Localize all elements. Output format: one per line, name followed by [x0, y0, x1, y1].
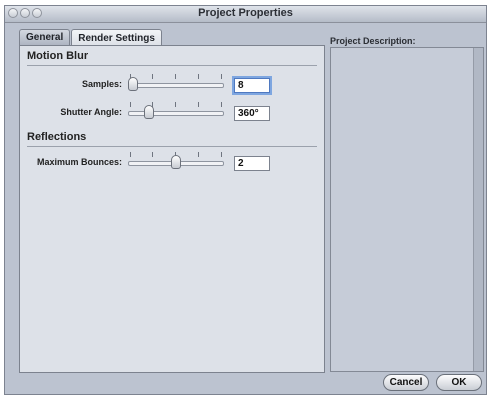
project-description-textarea[interactable]	[330, 47, 484, 372]
samples-field[interactable]: 8	[234, 78, 270, 93]
window-title: Project Properties	[198, 7, 293, 19]
tab-general[interactable]: General	[19, 29, 71, 45]
cancel-button[interactable]: Cancel	[383, 374, 429, 391]
project-description-label: Project Description:	[330, 36, 416, 46]
samples-slider[interactable]	[128, 73, 224, 95]
reflections-divider	[27, 146, 317, 147]
shutter-angle-slider[interactable]	[128, 101, 224, 123]
maximum-bounces-label: Maximum Bounces:	[36, 157, 122, 167]
tab-render-settings[interactable]: Render Settings	[71, 29, 162, 46]
shutter-angle-label: Shutter Angle:	[60, 107, 122, 117]
shutter-angle-field[interactable]: 360°	[234, 106, 270, 121]
tab-bar: General Render Settings	[19, 29, 163, 46]
maximum-bounces-slider-thumb[interactable]	[171, 155, 181, 169]
shutter-angle-slider-thumb[interactable]	[144, 105, 154, 119]
render-settings-panel: Motion Blur Samples: 8 Shutter Angle: 36…	[19, 45, 325, 373]
reflections-heading: Reflections	[27, 131, 87, 143]
maximum-bounces-field[interactable]: 2	[234, 156, 270, 171]
motion-blur-heading: Motion Blur	[27, 50, 89, 62]
ok-button[interactable]: OK	[436, 374, 482, 391]
description-scrollbar[interactable]	[473, 48, 483, 371]
maximum-bounces-slider[interactable]	[128, 151, 224, 173]
project-properties-window: Project Properties General Render Settin…	[4, 5, 487, 395]
samples-slider-thumb[interactable]	[128, 77, 138, 91]
samples-label: Samples:	[81, 79, 122, 89]
title-bar[interactable]: Project Properties	[5, 6, 486, 23]
motion-blur-divider	[27, 65, 317, 66]
